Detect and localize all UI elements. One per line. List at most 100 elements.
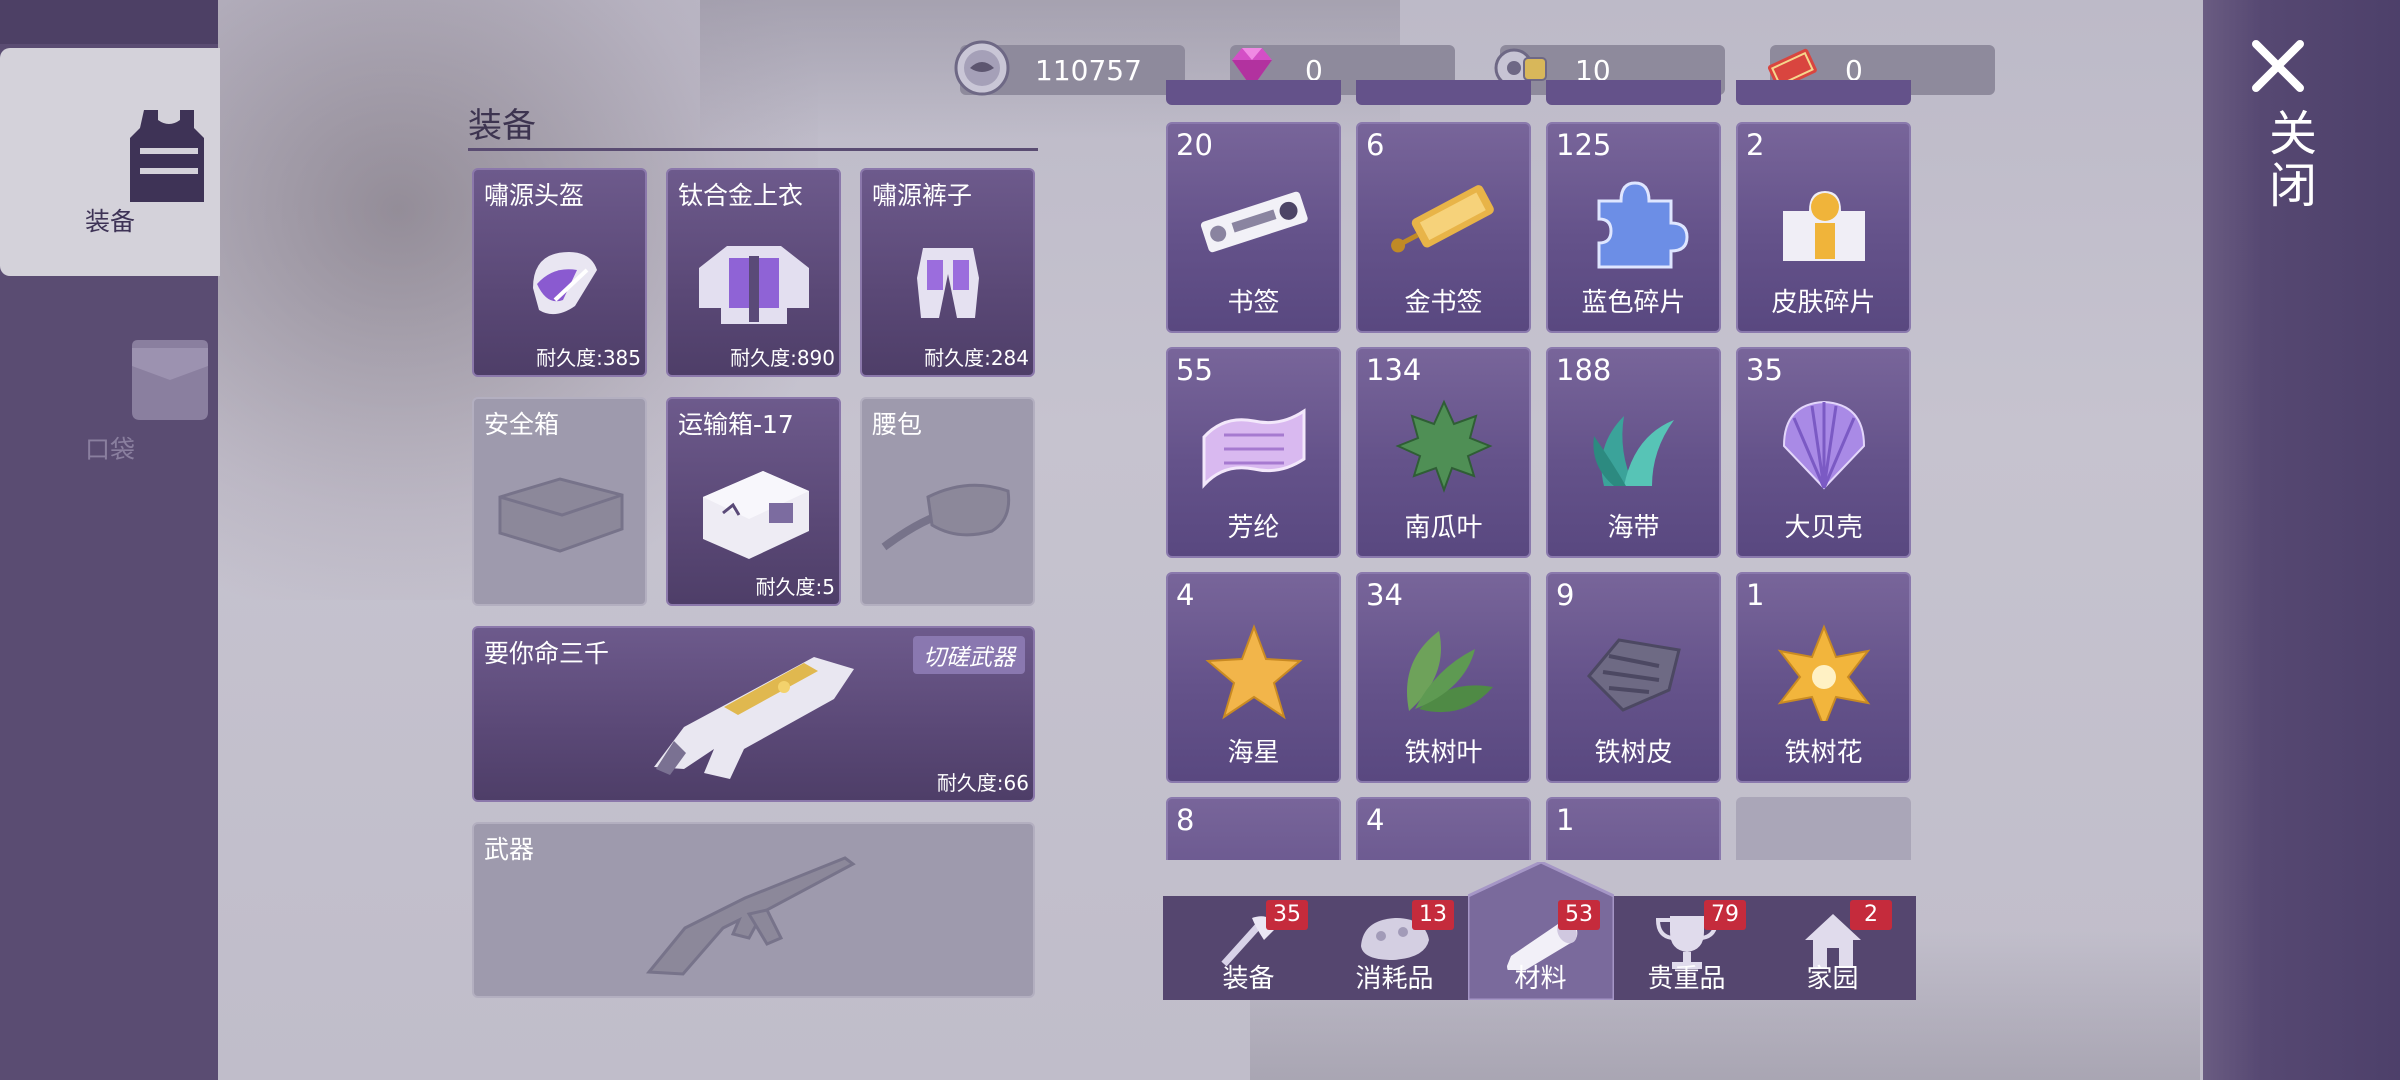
- equip-slot-top[interactable]: 钛合金上衣 耐久度:890: [666, 168, 841, 377]
- material-item[interactable]: 2 皮肤碎片: [1736, 122, 1911, 333]
- material-item[interactable]: 4 海星: [1166, 572, 1341, 783]
- item-name: 皮肤碎片: [1771, 288, 1876, 318]
- weapon-name: 要你命三千: [484, 639, 610, 668]
- item-name: 海带: [1607, 513, 1660, 543]
- gold-bookmark-icon: [1390, 185, 1494, 253]
- material-item[interactable]: 1: [1546, 797, 1721, 860]
- item-count: 1: [1746, 578, 1765, 612]
- item-count: 4: [1366, 803, 1385, 837]
- waist-bag-icon: [881, 483, 1010, 550]
- grid-row-partial: [1166, 80, 1341, 105]
- item-name: 蓝色碎片: [1581, 288, 1686, 318]
- item-icon: [1204, 846, 1304, 860]
- grid-row-partial: [1546, 80, 1721, 105]
- equip-slot-helmet[interactable]: 嘯源头盔 耐久度:385: [472, 168, 647, 377]
- silver-coin-icon: [954, 40, 1010, 96]
- item-count: 1: [1556, 803, 1575, 837]
- material-item[interactable]: 34 铁树叶: [1356, 572, 1531, 783]
- material-item[interactable]: 4: [1356, 797, 1531, 860]
- skin-fragment-icon: [1782, 191, 1865, 261]
- material-item[interactable]: 125 蓝色碎片: [1546, 122, 1721, 333]
- pants-icon: [916, 247, 979, 318]
- vest-icon: [130, 110, 204, 202]
- material-item[interactable]: 1 铁树花: [1736, 572, 1911, 783]
- material-item[interactable]: 188 海带: [1546, 347, 1721, 558]
- item-count: 125: [1556, 128, 1612, 162]
- equip-slot-durability: 耐久度:385: [536, 346, 641, 370]
- item-count: 6: [1366, 128, 1385, 162]
- weapon-tag: 切磋武器: [913, 636, 1025, 674]
- equip-slot-name: 钛合金上衣: [678, 181, 804, 210]
- tab-badge: 2: [1850, 900, 1892, 930]
- material-item[interactable]: 20 书签: [1166, 122, 1341, 333]
- leaf-icon: [1394, 399, 1493, 493]
- sidebar-tab-equipment-label: 装备: [84, 207, 135, 236]
- section-divider: [468, 148, 1038, 151]
- equip-slot-pants[interactable]: 嘯源裤子 耐久度:284: [860, 168, 1035, 377]
- tab-equipment[interactable]: 35 装备: [1175, 896, 1322, 1000]
- tab-badge: 35: [1266, 900, 1308, 930]
- equip-slot-name: 嘯源裤子: [872, 181, 973, 210]
- starfish-icon: [1204, 624, 1303, 720]
- equip-slot-name: 嘯源头盔: [484, 181, 585, 210]
- equip-slot-durability: 耐久度:890: [730, 346, 835, 370]
- equip-slot-waist-bag[interactable]: 腰包: [860, 397, 1035, 606]
- currency-silver-value: 110757: [1035, 54, 1142, 87]
- equip-slot-safe-box[interactable]: 安全箱: [472, 397, 647, 606]
- item-count: 134: [1366, 353, 1422, 387]
- sidebar-tab-equipment[interactable]: 装备: [0, 48, 220, 276]
- material-item[interactable]: 6 金书签: [1356, 122, 1531, 333]
- item-name: 大贝壳: [1784, 513, 1863, 543]
- tab-valuables[interactable]: 79 贵重品: [1613, 896, 1760, 1000]
- item-name: 海星: [1227, 738, 1280, 768]
- item-name: 书签: [1227, 288, 1280, 318]
- tab-badge: 79: [1704, 900, 1746, 930]
- equip-slot-name: 运输箱-17: [678, 410, 794, 439]
- equip-slot-weapon[interactable]: 武器: [472, 822, 1035, 998]
- item-icon: [1584, 846, 1684, 860]
- briefcase-icon: [498, 477, 623, 553]
- material-item[interactable]: 8: [1166, 797, 1341, 860]
- tab-label: 贵重品: [1647, 964, 1726, 994]
- item-name: 芳纶: [1227, 513, 1280, 543]
- tab-home[interactable]: 2 家园: [1759, 896, 1906, 1000]
- item-count: 55: [1176, 353, 1213, 387]
- transport-box-icon: [702, 470, 809, 559]
- item-name: 铁树皮: [1594, 738, 1673, 768]
- material-item[interactable]: 134 南瓜叶: [1356, 347, 1531, 558]
- sidebar-tab-pocket[interactable]: 口袋: [0, 320, 220, 470]
- tab-materials[interactable]: 53 材料: [1467, 896, 1614, 1000]
- item-count: 35: [1746, 353, 1783, 387]
- item-name: 铁树叶: [1404, 738, 1483, 768]
- materials-grid: 20 书签 6 金书签 125 蓝色碎片 2 皮肤碎片 55 芳纶 134 南瓜…: [1160, 80, 1930, 860]
- bark-icon: [1586, 638, 1681, 712]
- equipment-section-title: 装备: [468, 106, 536, 146]
- rifle-icon: [645, 856, 856, 976]
- bookmark-icon: [1200, 191, 1308, 253]
- item-count: 8: [1176, 803, 1195, 837]
- item-icon: [1394, 846, 1494, 860]
- tab-consumables[interactable]: 13 消耗品: [1321, 896, 1468, 1000]
- material-item[interactable]: 35 大贝壳: [1736, 347, 1911, 558]
- item-name: 铁树花: [1784, 738, 1863, 768]
- material-item[interactable]: 55 芳纶: [1166, 347, 1341, 558]
- material-item[interactable]: 9 铁树皮: [1546, 572, 1721, 783]
- item-count: 2: [1746, 128, 1765, 162]
- weapon-durability: 耐久度:66: [936, 771, 1029, 795]
- equip-slot-name: 腰包: [872, 410, 923, 439]
- item-count: 4: [1176, 578, 1195, 612]
- equip-slot-transport-box[interactable]: 运输箱-17 耐久度:5: [666, 397, 841, 606]
- left-sidebar-top: [0, 0, 218, 44]
- item-count: 188: [1556, 353, 1612, 387]
- close-button[interactable]: 关闭: [2255, 108, 2316, 212]
- sidebar-tab-pocket-label: 口袋: [84, 435, 135, 464]
- close-icon[interactable]: [2250, 38, 2306, 94]
- blaster-gun-icon: [653, 657, 854, 780]
- tab-badge: 53: [1558, 900, 1600, 930]
- equip-slot-durability: 耐久度:284: [924, 346, 1029, 370]
- helmet-icon: [532, 251, 597, 314]
- equip-slot-durability: 耐久度:5: [755, 575, 835, 599]
- equip-slot-main-weapon[interactable]: 要你命三千 切磋武器 耐久度:66: [472, 626, 1035, 802]
- tab-badge: 13: [1412, 900, 1454, 930]
- item-name: 金书签: [1404, 288, 1483, 318]
